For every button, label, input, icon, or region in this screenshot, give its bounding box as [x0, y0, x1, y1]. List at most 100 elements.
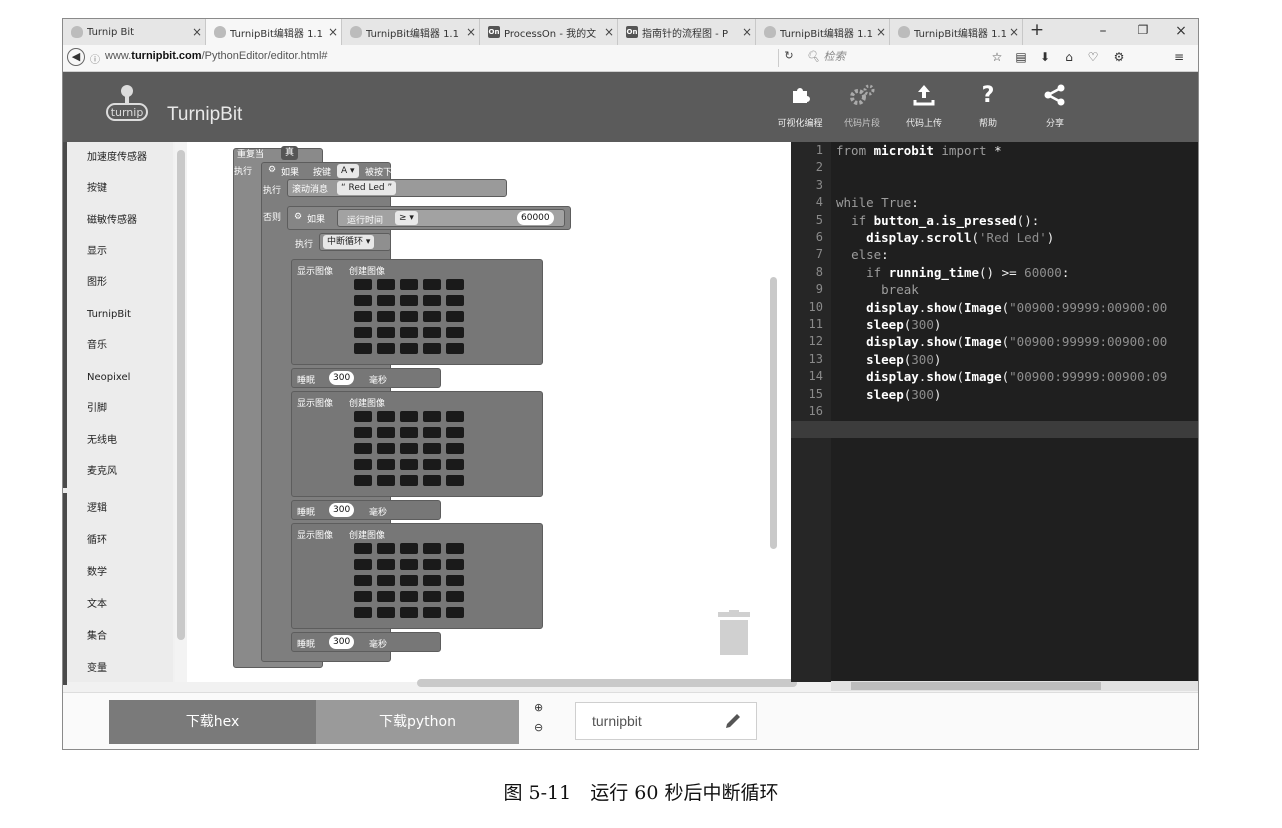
code-snippets-button[interactable]: 代码片段 — [827, 80, 897, 129]
back-arrow-icon[interactable]: ◀ — [67, 48, 85, 66]
browser-tab[interactable]: TurnipBit编辑器 1.1 × — [342, 19, 480, 45]
download-arrow-icon[interactable]: ⬇ — [1035, 50, 1055, 64]
led-cell[interactable] — [400, 311, 418, 322]
led-cell[interactable] — [423, 475, 441, 486]
led-cell[interactable] — [400, 591, 418, 602]
category-item[interactable]: 显示 — [63, 236, 173, 268]
led-cell[interactable] — [377, 591, 395, 602]
help-button[interactable]: ? 帮助 — [953, 80, 1023, 130]
category-item[interactable]: 集合 — [63, 621, 173, 653]
search-input[interactable]: 🔍︎ 检索 — [800, 48, 926, 66]
home-icon[interactable]: ⌂ — [1059, 50, 1079, 64]
category-item[interactable]: 音乐 — [63, 330, 173, 362]
browser-tab-active[interactable]: TurnipBit编辑器 1.1 × — [206, 19, 342, 45]
led-cell[interactable] — [377, 559, 395, 570]
led-cell[interactable] — [354, 311, 372, 322]
led-cell[interactable] — [354, 475, 372, 486]
sleep-value[interactable]: 300 — [329, 635, 355, 649]
led-cell[interactable] — [446, 279, 464, 290]
led-cell[interactable] — [446, 327, 464, 338]
threshold-number[interactable]: 60000 — [517, 211, 554, 225]
category-item[interactable]: Neopixel — [63, 362, 173, 394]
led-cell[interactable] — [400, 343, 418, 354]
led-cell[interactable] — [446, 475, 464, 486]
led-cell[interactable] — [377, 607, 395, 618]
zoom-in-icon[interactable]: ⊕ — [534, 701, 543, 714]
button-dropdown[interactable]: A ▾ — [337, 164, 359, 178]
led-cell[interactable] — [423, 279, 441, 290]
led-cell[interactable] — [423, 411, 441, 422]
bookmark-star-icon[interactable]: ☆ — [987, 50, 1007, 64]
category-item[interactable]: 无线电 — [63, 425, 173, 457]
led-cell[interactable] — [446, 591, 464, 602]
led-cell[interactable] — [354, 443, 372, 454]
led-cell[interactable] — [446, 459, 464, 470]
category-item[interactable]: 引脚 — [63, 393, 173, 425]
led-cell[interactable] — [354, 411, 372, 422]
led-cell[interactable] — [354, 295, 372, 306]
minimize-icon[interactable]: – — [1093, 23, 1113, 39]
led-cell[interactable] — [400, 559, 418, 570]
scrollbar-thumb[interactable] — [851, 682, 1101, 690]
led-cell[interactable] — [354, 575, 372, 586]
browser-tab[interactable]: On ProcessOn - 我的文 × — [480, 19, 618, 45]
code-upload-button[interactable]: 代码上传 — [889, 80, 959, 129]
workspace-horizontal-scrollbar[interactable] — [417, 679, 797, 687]
led-cell[interactable] — [354, 591, 372, 602]
led-cell[interactable] — [423, 459, 441, 470]
browser-tab[interactable]: On 指南针的流程图 - P × — [618, 19, 756, 45]
led-cell[interactable] — [446, 607, 464, 618]
trash-can-icon[interactable] — [717, 610, 751, 656]
led-cell[interactable] — [400, 427, 418, 438]
browser-tab[interactable]: Turnip Bit × — [63, 19, 206, 45]
led-cell[interactable] — [423, 327, 441, 338]
category-item[interactable]: 文本 — [63, 589, 173, 621]
led-cell[interactable] — [377, 443, 395, 454]
led-cell[interactable] — [446, 427, 464, 438]
url-field[interactable]: www.turnipbit.com/PythonEditor/editor.ht… — [105, 50, 328, 62]
led-cell[interactable] — [400, 459, 418, 470]
category-item[interactable]: 循环 — [63, 525, 173, 557]
zoom-out-icon[interactable]: ⊖ — [534, 721, 543, 734]
led-cell[interactable] — [423, 607, 441, 618]
led-cell[interactable] — [423, 295, 441, 306]
category-item[interactable]: TurnipBit — [63, 299, 173, 331]
tab-close-icon[interactable]: × — [1006, 25, 1022, 39]
tab-close-icon[interactable]: × — [873, 25, 889, 39]
category-item[interactable]: 加速度传感器 — [63, 142, 173, 174]
scrollbar-thumb[interactable] — [177, 150, 185, 640]
led-cell[interactable] — [377, 327, 395, 338]
category-item[interactable]: 图形 — [63, 267, 173, 299]
led-cell[interactable] — [354, 607, 372, 618]
led-cell[interactable] — [446, 443, 464, 454]
led-cell[interactable] — [446, 411, 464, 422]
led-cell[interactable] — [400, 607, 418, 618]
reading-list-icon[interactable]: ▤ — [1011, 50, 1031, 64]
workspace-vertical-scrollbar[interactable] — [770, 277, 777, 549]
pencil-edit-icon[interactable] — [724, 712, 742, 730]
category-item[interactable]: 按键 — [63, 173, 173, 205]
reload-icon[interactable]: ↻ — [778, 49, 799, 67]
led-cell[interactable] — [377, 475, 395, 486]
led-cell[interactable] — [377, 343, 395, 354]
break-dropdown[interactable]: 中断循环 ▾ — [323, 235, 375, 249]
sleep-value[interactable]: 300 — [329, 371, 355, 385]
led-cell[interactable] — [377, 427, 395, 438]
led-cell[interactable] — [446, 295, 464, 306]
led-cell[interactable] — [400, 475, 418, 486]
true-value-chip[interactable]: 真 — [281, 146, 299, 160]
category-item[interactable]: 变量 — [63, 653, 173, 685]
led-cell[interactable] — [400, 543, 418, 554]
python-code-editor[interactable]: 1 2 3 4 5 6 7 8 9 10 11 12 13 14 15 16 from microbit im… — [791, 142, 1198, 682]
led-cell[interactable] — [423, 575, 441, 586]
led-cell[interactable] — [354, 459, 372, 470]
led-grid[interactable] — [354, 543, 464, 618]
led-cell[interactable] — [423, 559, 441, 570]
visual-programming-button[interactable]: 可视化编程 — [765, 80, 835, 129]
led-cell[interactable] — [377, 543, 395, 554]
download-python-button[interactable]: 下载python — [316, 700, 519, 744]
download-hex-button[interactable]: 下载hex — [109, 700, 316, 744]
extension-icon[interactable]: ⚙ — [1109, 50, 1129, 64]
category-item[interactable]: 数学 — [63, 557, 173, 589]
restore-icon[interactable]: ❐ — [1133, 23, 1153, 37]
